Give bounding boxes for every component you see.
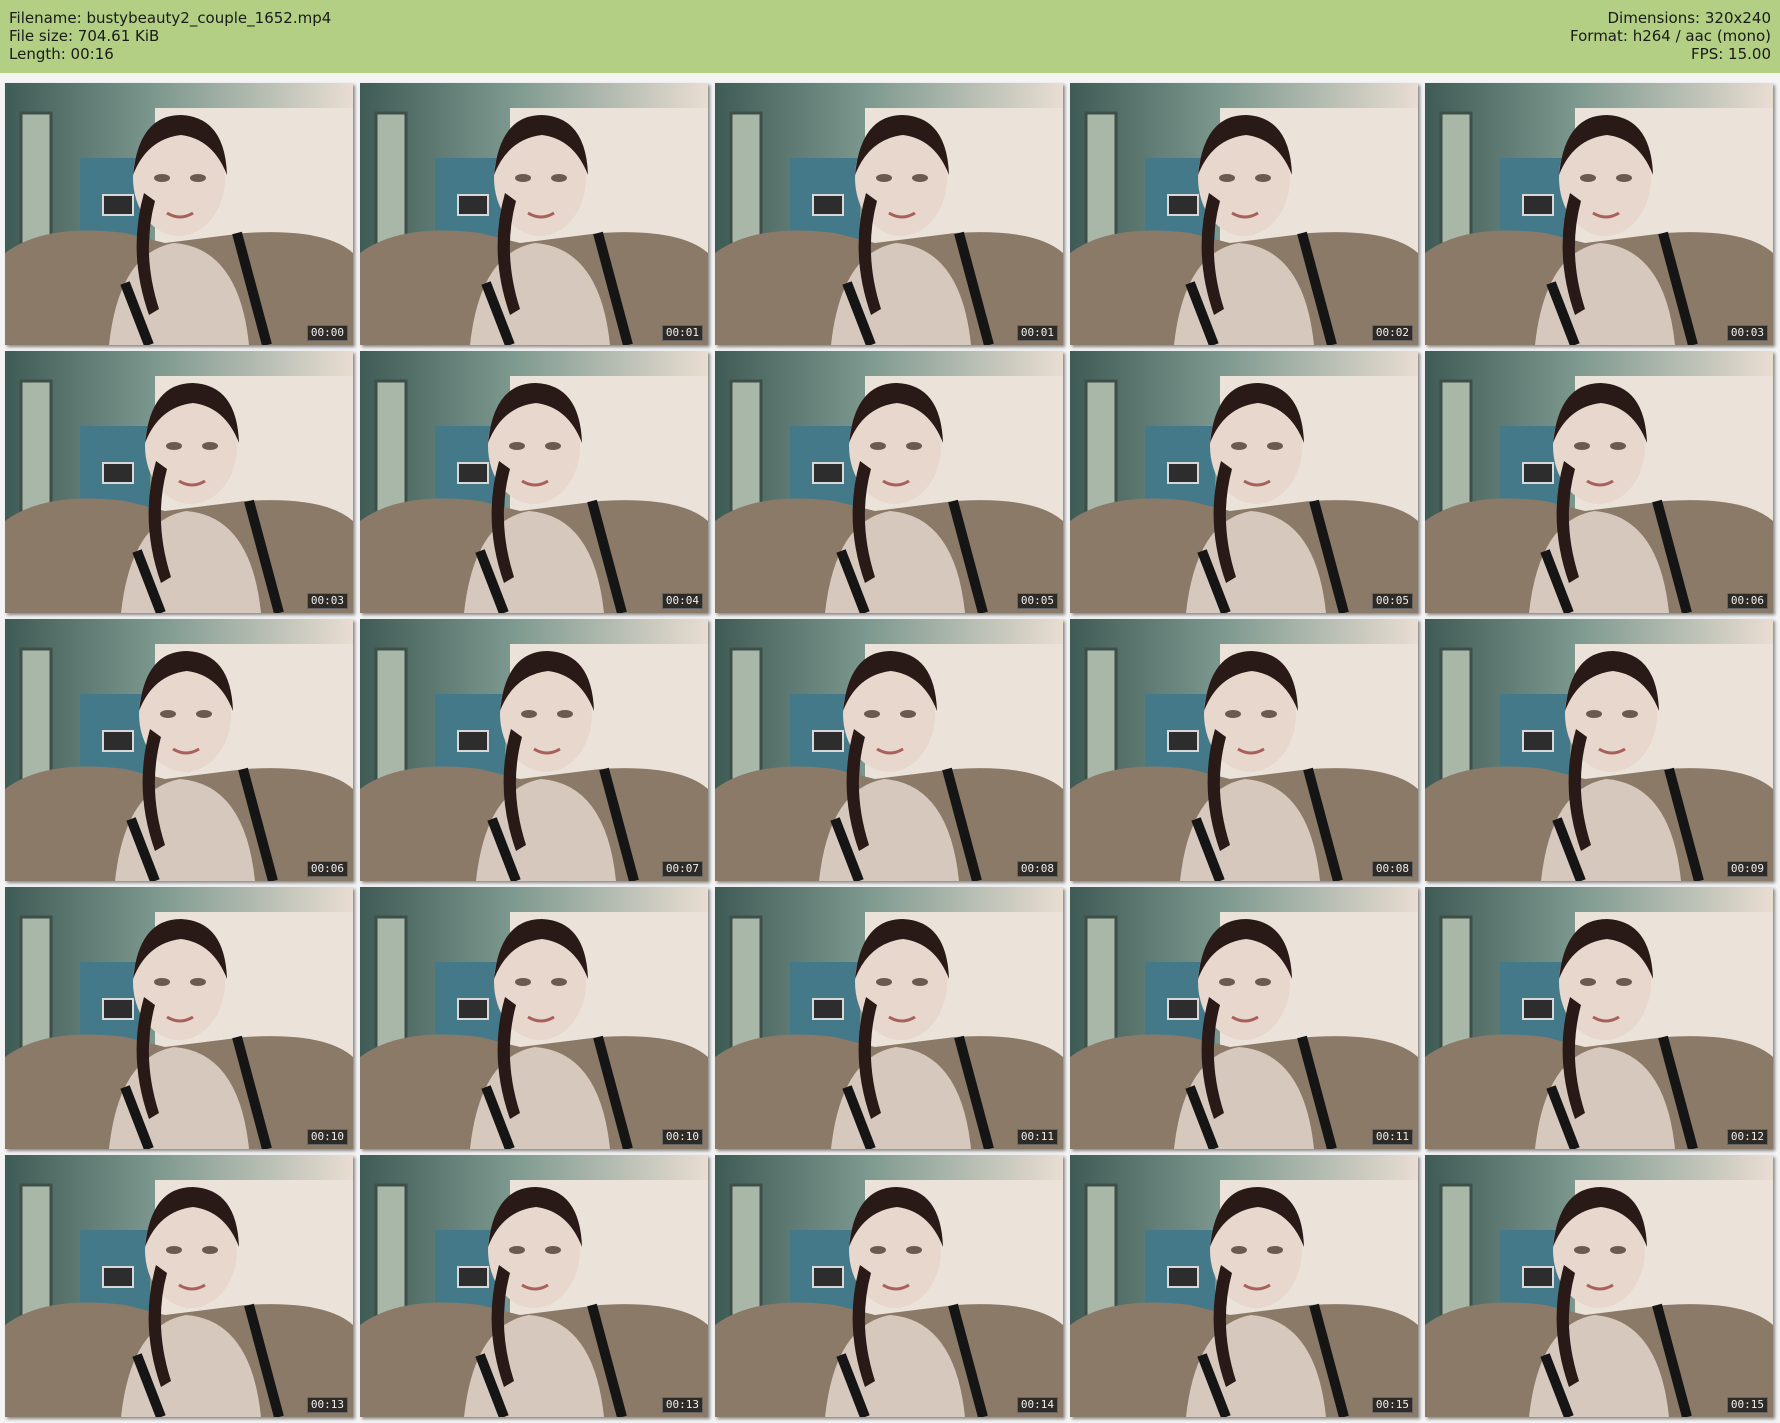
thumbnail-timestamp: 00:01 (1016, 325, 1058, 341)
thumbnail-timestamp: 00:03 (1726, 325, 1768, 341)
thumbnail: 00:10 (360, 887, 708, 1149)
filesize-line: File size: 704.61 KiB (9, 27, 160, 45)
video-frame-scene (715, 83, 1063, 345)
video-frame-scene (360, 619, 708, 881)
thumbnail-timestamp: 00:05 (1016, 593, 1058, 609)
format-line: Format: h264 / aac (mono) (1570, 27, 1771, 45)
thumbnail-timestamp: 00:10 (306, 1129, 348, 1145)
thumbnail: 00:01 (715, 83, 1063, 345)
thumbnail: 00:04 (360, 351, 708, 613)
file-info-right: Dimensions: 320x240 Format: h264 / aac (… (1570, 9, 1771, 63)
video-frame-scene (5, 351, 353, 613)
thumbnail-timestamp: 00:12 (1726, 1129, 1768, 1145)
thumbnail-timestamp: 00:13 (306, 1397, 348, 1413)
thumbnail: 00:00 (5, 83, 353, 345)
thumbnail: 00:05 (715, 351, 1063, 613)
video-frame-scene (1425, 83, 1773, 345)
video-frame-scene (360, 887, 708, 1149)
thumbnail-timestamp: 00:11 (1371, 1129, 1413, 1145)
fps-line: FPS: 15.00 (1691, 45, 1771, 63)
thumbnail-timestamp: 00:15 (1371, 1397, 1413, 1413)
thumbnail-timestamp: 00:06 (1726, 593, 1768, 609)
thumbnail-grid: 00:00 00:01 00:01 00:02 00:03 00:03 00:0… (5, 83, 1775, 1417)
thumbnail: 00:15 (1070, 1155, 1418, 1417)
video-frame-scene (1070, 351, 1418, 613)
thumbnail: 00:12 (1425, 887, 1773, 1149)
filename-line: Filename: bustybeauty2_couple_1652.mp4 (9, 9, 332, 27)
thumbnail: 00:01 (360, 83, 708, 345)
thumbnail-timestamp: 00:13 (661, 1397, 703, 1413)
video-frame-scene (1070, 83, 1418, 345)
thumbnail: 00:07 (360, 619, 708, 881)
thumbnail-timestamp: 00:02 (1371, 325, 1413, 341)
video-frame-scene (360, 83, 708, 345)
thumbnail: 00:14 (715, 1155, 1063, 1417)
thumbnail-timestamp: 00:08 (1371, 861, 1413, 877)
thumbnail: 00:06 (1425, 351, 1773, 613)
video-frame-scene (1425, 1155, 1773, 1417)
video-frame-scene (1425, 351, 1773, 613)
thumbnail-timestamp: 00:08 (1016, 861, 1058, 877)
thumbnail-timestamp: 00:03 (306, 593, 348, 609)
video-frame-scene (1425, 887, 1773, 1149)
video-frame-scene (5, 1155, 353, 1417)
thumbnail: 00:08 (1070, 619, 1418, 881)
video-frame-scene (5, 619, 353, 881)
thumbnail: 00:11 (1070, 887, 1418, 1149)
thumbnail: 00:03 (1425, 83, 1773, 345)
info-header: Filename: bustybeauty2_couple_1652.mp4 F… (0, 0, 1780, 73)
video-frame-scene (5, 887, 353, 1149)
video-frame-scene (715, 351, 1063, 613)
thumbnail-timestamp: 00:15 (1726, 1397, 1768, 1413)
thumbnail: 00:11 (715, 887, 1063, 1149)
video-frame-scene (715, 619, 1063, 881)
video-frame-scene (715, 887, 1063, 1149)
file-info-left: Filename: bustybeauty2_couple_1652.mp4 F… (9, 9, 331, 63)
video-frame-scene (1070, 619, 1418, 881)
thumbnail-timestamp: 00:00 (306, 325, 348, 341)
thumbnail: 00:10 (5, 887, 353, 1149)
video-frame-scene (1070, 887, 1418, 1149)
thumbnail-timestamp: 00:09 (1726, 861, 1768, 877)
thumbnail: 00:03 (5, 351, 353, 613)
video-frame-scene (5, 83, 353, 345)
length-line: Length: 00:16 (9, 45, 114, 63)
thumbnail: 00:15 (1425, 1155, 1773, 1417)
video-frame-scene (360, 1155, 708, 1417)
thumbnail-timestamp: 00:04 (661, 593, 703, 609)
thumbnail-timestamp: 00:14 (1016, 1397, 1058, 1413)
thumbnail-timestamp: 00:11 (1016, 1129, 1058, 1145)
thumbnail-timestamp: 00:07 (661, 861, 703, 877)
video-frame-scene (360, 351, 708, 613)
video-frame-scene (1425, 619, 1773, 881)
thumbnail-timestamp: 00:06 (306, 861, 348, 877)
thumbnail: 00:09 (1425, 619, 1773, 881)
dimensions-line: Dimensions: 320x240 (1607, 9, 1771, 27)
thumbnail: 00:08 (715, 619, 1063, 881)
video-frame-scene (715, 1155, 1063, 1417)
video-frame-scene (1070, 1155, 1418, 1417)
thumbnail-timestamp: 00:01 (661, 325, 703, 341)
thumbnail-timestamp: 00:10 (661, 1129, 703, 1145)
thumbnail: 00:13 (360, 1155, 708, 1417)
thumbnail: 00:06 (5, 619, 353, 881)
thumbnail: 00:13 (5, 1155, 353, 1417)
thumbnail-timestamp: 00:05 (1371, 593, 1413, 609)
thumbnail: 00:05 (1070, 351, 1418, 613)
thumbnail: 00:02 (1070, 83, 1418, 345)
